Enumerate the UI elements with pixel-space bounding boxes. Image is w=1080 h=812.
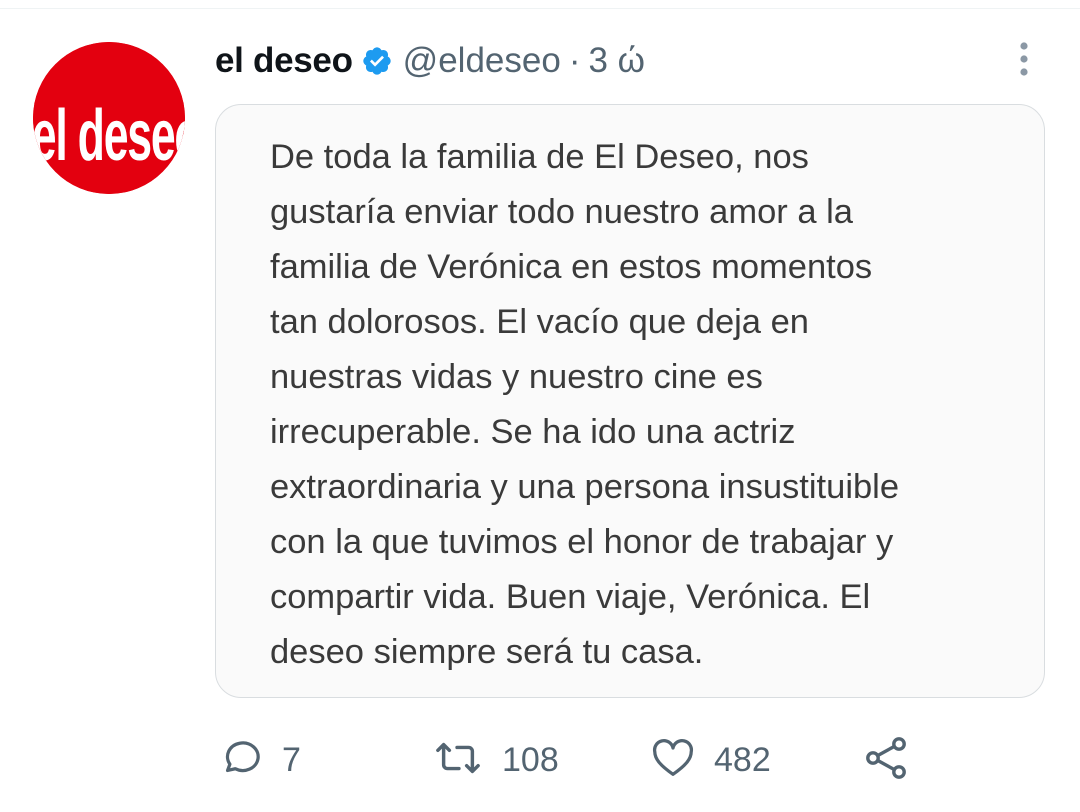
tweet-header: el deseo @eldeseo · 3 ώ [215, 36, 645, 86]
el-deseo-logo: el deseo [33, 42, 185, 194]
reply-button[interactable]: 7 [218, 730, 301, 790]
more-icon[interactable] [1010, 40, 1038, 80]
retweet-icon [432, 735, 484, 786]
timestamp[interactable]: 3 ώ [588, 41, 645, 81]
avatar[interactable]: el deseo [33, 42, 185, 194]
reply-count: 7 [282, 740, 301, 779]
share-icon [862, 734, 910, 787]
top-divider [0, 0, 1080, 9]
tweet-image-card[interactable]: De toda la familia de El Deseo, nos gust… [215, 104, 1045, 698]
like-count: 482 [714, 740, 771, 779]
share-button[interactable] [862, 730, 910, 790]
like-icon [650, 735, 696, 786]
verified-badge-icon [361, 45, 393, 77]
display-name[interactable]: el deseo [215, 41, 353, 81]
handle[interactable]: @eldeseo [403, 41, 561, 81]
retweet-count: 108 [502, 740, 559, 779]
separator: · [568, 41, 581, 80]
like-button[interactable]: 482 [650, 730, 771, 790]
retweet-button[interactable]: 108 [432, 730, 559, 790]
svg-text:el deseo: el deseo [33, 95, 185, 176]
action-bar: 7 108 482 [0, 730, 1080, 790]
reply-icon [218, 735, 264, 786]
tweet-body-text: De toda la familia de El Deseo, nos gust… [270, 138, 900, 671]
